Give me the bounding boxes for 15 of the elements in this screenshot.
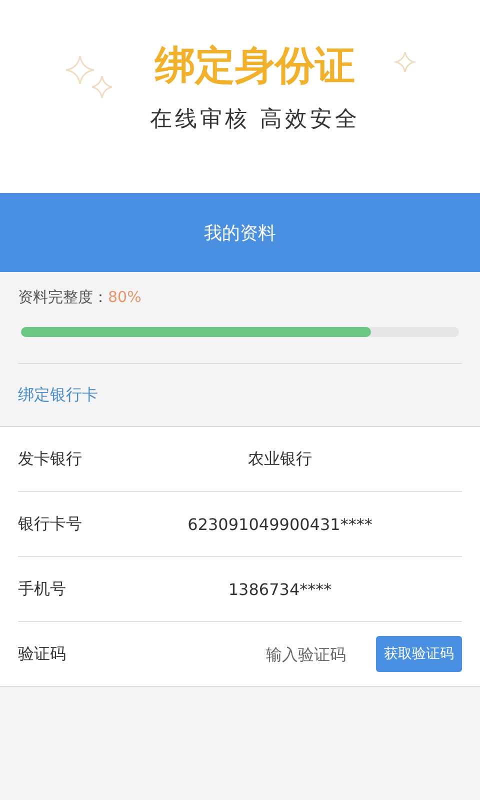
header-title: 我的资料 [204, 222, 276, 244]
sparkle-icon [394, 50, 416, 74]
row-label: 发卡银行 [18, 448, 83, 470]
row-label: 验证码 [18, 644, 67, 664]
get-code-button[interactable]: 获取验证码 [376, 636, 462, 672]
completeness-label: 资料完整度： [18, 288, 108, 306]
row-label: 手机号 [18, 578, 67, 600]
row-value: 623091049900431**** [186, 514, 374, 534]
banner-title: 绑定身份证 [155, 42, 355, 91]
row-label: 银行卡号 [18, 514, 83, 534]
code-input-field[interactable]: 输入验证码 [138, 644, 376, 664]
banner-subtitle: 在线审核 高效安全 [150, 106, 360, 134]
row-value: 1386734**** [227, 580, 333, 598]
row-value: 农业银行 [247, 448, 313, 470]
completeness-value: 80% [108, 288, 142, 306]
